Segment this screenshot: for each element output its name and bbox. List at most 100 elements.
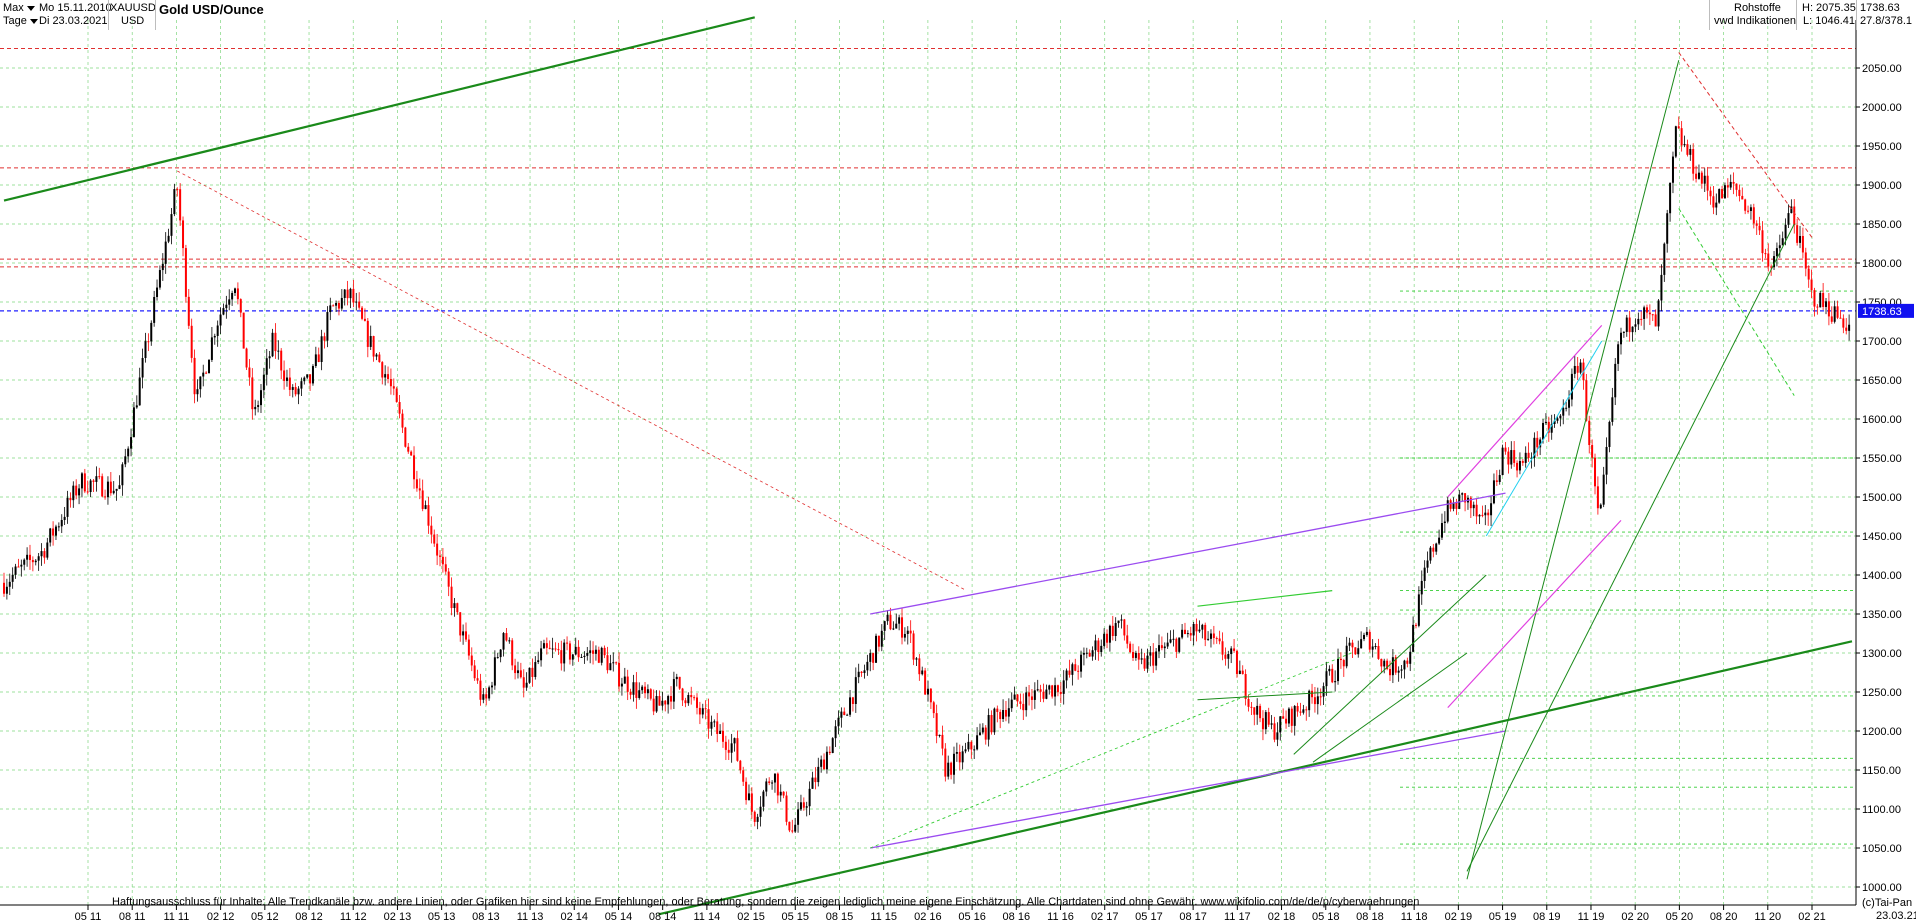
- candle-body: [739, 760, 742, 771]
- candle-body: [1062, 680, 1065, 694]
- candle-body: [1689, 148, 1692, 155]
- candle-body: [950, 762, 953, 775]
- candle-body: [187, 296, 190, 326]
- x-tick-label: 11 12: [340, 911, 367, 923]
- candle-body: [262, 374, 265, 391]
- candle-body: [1524, 452, 1527, 463]
- symbol-currency: USD: [121, 15, 145, 27]
- candle-body: [1729, 181, 1732, 188]
- candle-body: [976, 735, 979, 750]
- y-tick-label: 1800.00: [1862, 258, 1902, 270]
- candle-body: [941, 734, 944, 749]
- header-divider: [155, 0, 156, 30]
- candle-body: [1443, 521, 1446, 524]
- candle-body: [1591, 445, 1594, 458]
- candle-body: [583, 655, 586, 657]
- x-tick-label: 05 16: [958, 911, 986, 923]
- candle-body: [75, 485, 78, 496]
- candle-body: [1175, 638, 1178, 652]
- candle-body: [1423, 567, 1426, 581]
- candle-body: [1680, 128, 1683, 146]
- candle-body: [1830, 316, 1833, 322]
- candle-body: [1389, 669, 1391, 676]
- candle-body: [101, 476, 104, 497]
- y-axis: 1000.00 1050.00 1100.00 1150.00 1200.00 1250.…: [1855, 20, 1902, 905]
- candle-body: [1429, 547, 1432, 561]
- candle-body: [1435, 543, 1438, 552]
- candle-body: [1755, 223, 1758, 226]
- candle-body: [1068, 670, 1071, 675]
- candle-body: [1400, 669, 1403, 671]
- candle-body: [1201, 624, 1204, 630]
- candle-body: [1383, 660, 1386, 667]
- candle-body: [1816, 306, 1819, 308]
- candle-body: [337, 303, 340, 309]
- candle-body: [635, 682, 638, 698]
- x-tick-label: 02 17: [1091, 911, 1119, 923]
- candle-body: [672, 679, 675, 702]
- candle-body: [46, 542, 49, 558]
- y-tick-label: 1850.00: [1862, 219, 1902, 231]
- candle-body: [1663, 243, 1666, 275]
- x-tick-label: 08 17: [1179, 911, 1207, 923]
- candle-body: [1799, 236, 1802, 243]
- candle-body: [1074, 664, 1077, 671]
- candle-body: [857, 671, 860, 678]
- candle-body: [1169, 639, 1172, 643]
- candle-body: [14, 566, 17, 575]
- candle-body: [1741, 195, 1744, 200]
- candle-body: [1030, 696, 1033, 700]
- x-tick-label: 05 11: [75, 911, 102, 923]
- candle-body: [782, 791, 785, 796]
- candle-body: [496, 657, 499, 659]
- candle-body: [1654, 314, 1657, 327]
- candle-body: [1570, 373, 1573, 400]
- candle-body: [519, 670, 522, 678]
- range-select[interactable]: Max: [3, 2, 35, 15]
- candle-body: [257, 405, 260, 407]
- candle-body: [1259, 705, 1262, 719]
- candle-body: [1230, 648, 1233, 655]
- header-divider: [1796, 0, 1797, 30]
- candle-body: [522, 677, 525, 688]
- candle-body: [1778, 245, 1781, 249]
- candle-body: [1172, 638, 1175, 640]
- candle-body: [303, 377, 306, 382]
- candle-body: [112, 490, 115, 494]
- candle-body: [970, 741, 973, 750]
- range-select-value: Max: [3, 2, 24, 14]
- candle-body: [1775, 248, 1778, 257]
- candle-body: [623, 676, 626, 684]
- candle-body: [361, 307, 364, 319]
- candle-body: [955, 751, 958, 754]
- candle-body: [1158, 645, 1160, 652]
- candle-body: [1747, 210, 1750, 212]
- candle-body: [1498, 475, 1501, 482]
- candle-body: [1715, 202, 1718, 208]
- candle-body: [1137, 653, 1140, 660]
- candle-body: [903, 633, 906, 638]
- candle-body: [854, 677, 857, 704]
- candle-body: [785, 795, 788, 822]
- candle-body: [1481, 514, 1484, 516]
- period-select[interactable]: Tage: [3, 15, 38, 28]
- candle-body: [906, 630, 909, 634]
- candle-body: [106, 481, 109, 498]
- candle-body: [135, 405, 138, 408]
- candle-body: [1132, 652, 1135, 658]
- candle-body: [179, 189, 182, 221]
- candle-body: [1397, 670, 1400, 673]
- candle-body: [823, 759, 826, 770]
- candle-body: [1143, 658, 1146, 669]
- candle-body: [1758, 225, 1761, 231]
- candle-body: [568, 643, 571, 660]
- candle-body: [811, 777, 814, 789]
- candle-body: [343, 289, 346, 298]
- candle-body: [320, 336, 323, 363]
- chevron-down-icon: [26, 5, 35, 11]
- candle-body: [1111, 625, 1114, 637]
- candle-body: [1579, 362, 1582, 373]
- candle-body: [1192, 623, 1195, 636]
- candle-body: [170, 214, 173, 236]
- candle-body: [1316, 696, 1319, 705]
